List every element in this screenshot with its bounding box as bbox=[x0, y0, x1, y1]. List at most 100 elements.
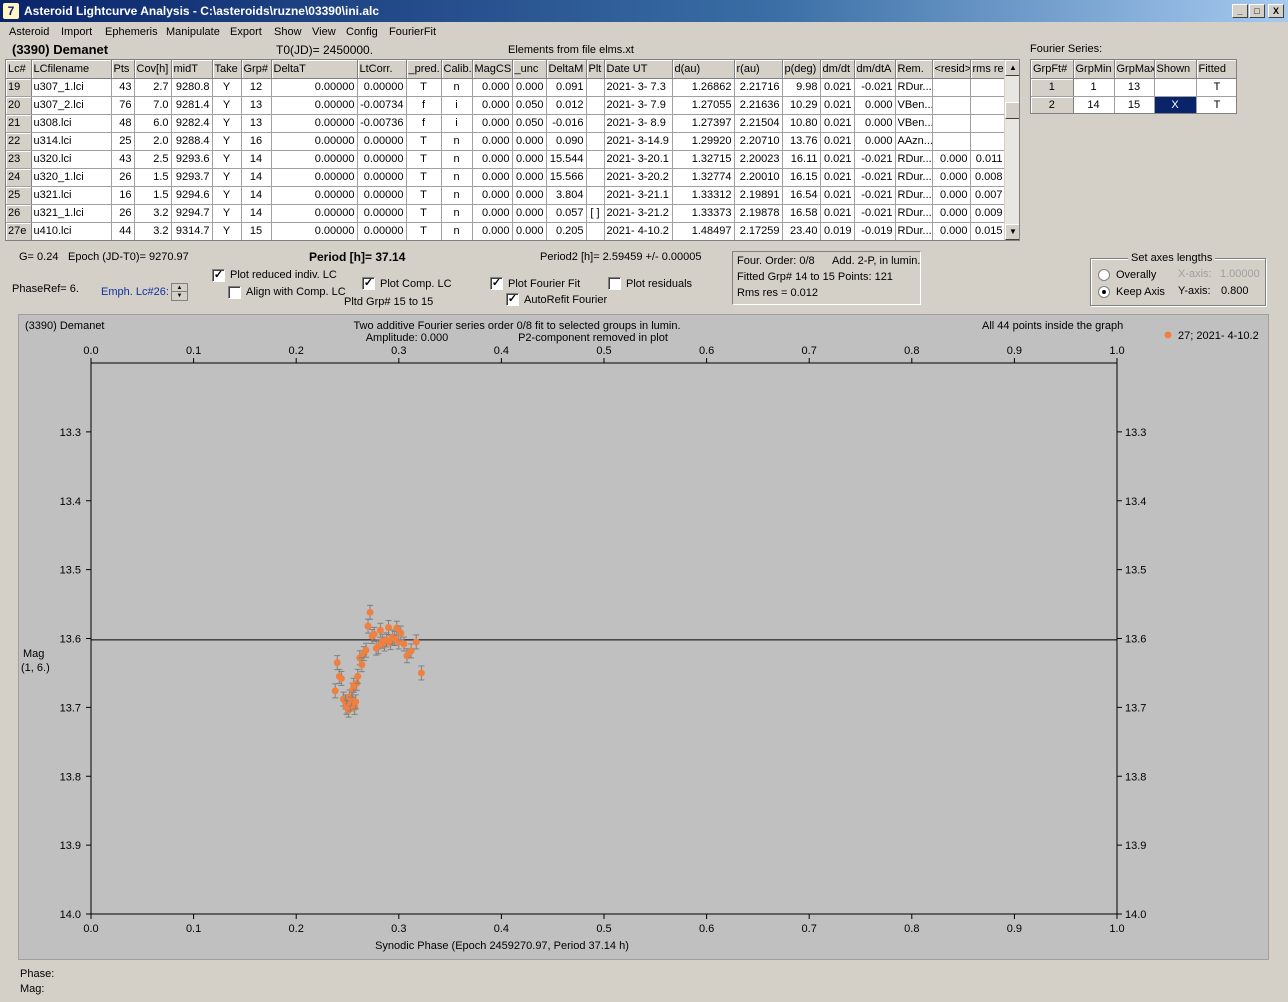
lc-cell[interactable]: 0.000 bbox=[472, 114, 513, 133]
lc-cell[interactable]: 2021- 4-10.2 bbox=[604, 222, 673, 240]
lc-table-row[interactable]: 27e u410.lci 44 3.2 9314.7 Y 15 0.00000 0.00000 T… bbox=[6, 222, 1006, 240]
lc-cell[interactable]: 0.00000 bbox=[271, 96, 358, 115]
lc-cell[interactable]: 13 bbox=[241, 96, 272, 115]
lc-cell[interactable] bbox=[932, 114, 971, 133]
lc-cell[interactable]: RDur... bbox=[895, 204, 933, 223]
lc-cell[interactable]: T bbox=[406, 222, 442, 240]
fourier-column-header[interactable]: Fitted bbox=[1196, 60, 1236, 79]
plot-reduced-lc-checkbox[interactable]: ✓ bbox=[212, 269, 225, 282]
lc-cell[interactable]: T bbox=[406, 186, 442, 205]
lc-cell[interactable]: 2021- 3- 8.9 bbox=[604, 114, 673, 133]
lc-cell[interactable]: 0.00000 bbox=[271, 204, 358, 223]
lc-cell[interactable]: 16.58 bbox=[782, 204, 821, 223]
lc-row-header[interactable]: 27e bbox=[6, 222, 32, 240]
lc-cell[interactable]: 9293.7 bbox=[171, 168, 213, 187]
fourier-table-row[interactable]: 2 14 15 X T bbox=[1031, 96, 1236, 113]
lc-cell[interactable]: 2021- 3-21.1 bbox=[604, 186, 673, 205]
keep-axis-radio[interactable] bbox=[1098, 286, 1110, 298]
lc-column-header[interactable]: DeltaM bbox=[546, 60, 587, 79]
lc-row-header[interactable]: 24 bbox=[6, 168, 32, 187]
fourier-cell[interactable] bbox=[1154, 78, 1197, 97]
lc-table-row[interactable]: 25 u321.lci 16 1.5 9294.6 Y 14 0.00000 0.00000 Tn… bbox=[6, 186, 1006, 205]
lc-cell[interactable]: 0.000 bbox=[472, 186, 513, 205]
lc-cell[interactable]: 0.00000 bbox=[271, 186, 358, 205]
lc-column-header[interactable]: rms res bbox=[970, 60, 1006, 79]
lc-cell[interactable] bbox=[970, 114, 1006, 133]
autorefit-fourier-checkbox[interactable]: ✓ bbox=[506, 293, 519, 306]
fourier-column-header[interactable]: GrpFt# bbox=[1031, 60, 1074, 79]
lc-cell[interactable]: 0.000 bbox=[854, 114, 896, 133]
lc-table-row[interactable]: 19 u307_1.lci 43 2.7 9280.8 Y 12 0.00000 0.00000… bbox=[6, 78, 1006, 97]
lc-cell[interactable] bbox=[586, 78, 605, 97]
lc-cell[interactable]: u307_2.lci bbox=[31, 96, 112, 115]
lc-cell[interactable]: n bbox=[441, 168, 473, 187]
lc-cell[interactable]: u410.lci bbox=[31, 222, 112, 240]
lc-cell[interactable]: -0.019 bbox=[854, 222, 896, 240]
lc-cell[interactable]: -0.021 bbox=[854, 204, 896, 223]
lc-cell[interactable]: 0.021 bbox=[820, 150, 855, 169]
lc-cell[interactable]: 2021- 3-20.1 bbox=[604, 150, 673, 169]
lc-cell[interactable]: 2.21504 bbox=[734, 114, 783, 133]
scroll-thumb[interactable] bbox=[1005, 102, 1019, 119]
lc-cell[interactable]: 0.007 bbox=[970, 186, 1006, 205]
lc-cell[interactable]: 1.48497 bbox=[672, 222, 735, 240]
lc-column-header[interactable]: Take bbox=[212, 60, 242, 79]
lc-cell[interactable]: 2.19878 bbox=[734, 204, 783, 223]
lc-cell[interactable]: 0.050 bbox=[512, 96, 547, 115]
lc-cell[interactable] bbox=[970, 132, 1006, 151]
lc-cell[interactable]: T bbox=[406, 204, 442, 223]
lc-cell[interactable]: 0.000 bbox=[472, 78, 513, 97]
lc-cell[interactable]: Y bbox=[212, 96, 242, 115]
scroll-up-icon[interactable]: ▲ bbox=[1005, 60, 1019, 76]
lc-column-header[interactable]: Grp# bbox=[241, 60, 272, 79]
lc-cell[interactable]: 0.000 bbox=[932, 204, 971, 223]
lc-cell[interactable]: 10.29 bbox=[782, 96, 821, 115]
lc-column-header[interactable]: MagCS bbox=[472, 60, 513, 79]
lc-cell[interactable]: 0.000 bbox=[512, 222, 547, 240]
menu-view[interactable]: View bbox=[312, 26, 336, 38]
lc-cell[interactable]: 0.090 bbox=[546, 132, 587, 151]
lc-cell[interactable] bbox=[932, 132, 971, 151]
lc-cell[interactable]: 3.2 bbox=[134, 204, 172, 223]
lc-cell[interactable]: 25 bbox=[111, 132, 135, 151]
lc-cell[interactable]: 16 bbox=[241, 132, 272, 151]
lc-cell[interactable]: Y bbox=[212, 186, 242, 205]
lc-cell[interactable]: VBen... bbox=[895, 96, 933, 115]
lc-column-header[interactable]: dm/dtA bbox=[854, 60, 896, 79]
lc-row-header[interactable]: 26 bbox=[6, 204, 32, 223]
lc-cell[interactable]: VBen... bbox=[895, 114, 933, 133]
fourier-cell[interactable]: 15 bbox=[1114, 96, 1155, 113]
lc-cell[interactable]: 1.5 bbox=[134, 168, 172, 187]
lc-cell[interactable]: 9288.4 bbox=[171, 132, 213, 151]
lc-cell[interactable]: n bbox=[441, 132, 473, 151]
lc-cell[interactable]: 1.27397 bbox=[672, 114, 735, 133]
lc-cell[interactable]: 3.804 bbox=[546, 186, 587, 205]
lc-cell[interactable]: 2.0 bbox=[134, 132, 172, 151]
lc-cell[interactable]: -0.00734 bbox=[357, 96, 407, 115]
lc-cell[interactable]: RDur... bbox=[895, 168, 933, 187]
lc-cell[interactable]: Y bbox=[212, 168, 242, 187]
fourier-cell[interactable]: 1 bbox=[1073, 78, 1115, 97]
lc-cell[interactable]: 26 bbox=[111, 168, 135, 187]
lc-column-header[interactable]: Date UT bbox=[604, 60, 673, 79]
lc-cell[interactable]: 15.544 bbox=[546, 150, 587, 169]
fourier-column-header[interactable]: GrpMin bbox=[1073, 60, 1115, 79]
lc-cell[interactable]: 1.32774 bbox=[672, 168, 735, 187]
lc-cell[interactable]: 0.00000 bbox=[357, 168, 407, 187]
lc-cell[interactable]: 1.33373 bbox=[672, 204, 735, 223]
lc-cell[interactable]: 0.011 bbox=[970, 150, 1006, 169]
lc-table-row[interactable]: 22 u314.lci 25 2.0 9288.4 Y 16 0.00000 0.00000 Tn… bbox=[6, 132, 1006, 151]
plot-residuals-checkbox[interactable] bbox=[608, 277, 621, 290]
lc-column-header[interactable]: LtCorr. bbox=[357, 60, 407, 79]
lc-cell[interactable]: 2021- 3- 7.3 bbox=[604, 78, 673, 97]
lc-table-row[interactable]: 24 u320_1.lci 26 1.5 9293.7 Y 14 0.00000 0.00000… bbox=[6, 168, 1006, 187]
lc-cell[interactable]: 14 bbox=[241, 186, 272, 205]
lc-cell[interactable]: 0.205 bbox=[546, 222, 587, 240]
lc-cell[interactable]: 2.20010 bbox=[734, 168, 783, 187]
lc-cell[interactable]: 1.32715 bbox=[672, 150, 735, 169]
lc-cell[interactable]: u321_1.lci bbox=[31, 204, 112, 223]
maximize-button[interactable]: □ bbox=[1249, 4, 1265, 18]
lc-cell[interactable]: -0.021 bbox=[854, 150, 896, 169]
lc-cell[interactable]: 2.19891 bbox=[734, 186, 783, 205]
align-comp-lc-checkbox[interactable] bbox=[228, 286, 241, 299]
